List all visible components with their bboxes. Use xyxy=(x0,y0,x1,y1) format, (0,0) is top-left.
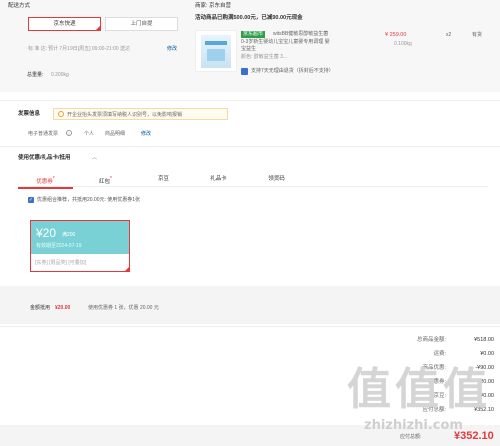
shipping-option-pickup[interactable]: 上门自提 xyxy=(105,17,178,31)
divider xyxy=(0,100,500,101)
shipping-section: 配送方式 京东快递 上门自提 标 准 达: 预计 7月19日[周五] 09:00… xyxy=(0,0,500,92)
invoice-modify-link[interactable]: 修改 xyxy=(141,131,151,137)
discount-title[interactable]: 使用优惠/礼品卡/抵用 xyxy=(18,155,71,162)
total-row-label: 总商品金额: xyxy=(416,337,446,343)
coupon-top: ¥20 满200 有效期至2024-07-19 xyxy=(31,221,129,254)
seller-name: 商家: 京东自营 xyxy=(195,3,232,9)
checkout-page: 配送方式 京东快递 上门自提 标 准 达: 预计 7月19日[周五] 09:00… xyxy=(0,0,500,446)
coupon-expiry: 有效期至2024-07-19 xyxy=(36,243,82,249)
invoice-notice-text: 开企业抬头发票须填写纳税人识别号，以免影响报销 xyxy=(67,112,183,118)
required-mark: * xyxy=(110,176,112,182)
coupon-card[interactable]: ¥20 满200 有效期至2024-07-19 [东券] [限品类] [可叠加] xyxy=(30,220,130,272)
bulb-icon xyxy=(58,111,64,117)
delivery-time-label: 标 准 达: xyxy=(28,46,48,52)
selected-corner-icon xyxy=(124,266,130,272)
seller-promo: 活动商品已购满500.00元，已减90.00元现金 xyxy=(195,15,303,21)
total-row-label: 运费: xyxy=(433,351,446,357)
selected-corner-icon xyxy=(95,25,101,31)
info-icon[interactable]: i xyxy=(66,130,72,136)
total-row: 运费: ¥0.00 xyxy=(354,349,494,359)
discount-tabs: 优惠券* 红包* 京豆 礼品卡 领货码 xyxy=(18,171,488,189)
product-price: ¥ 259.00 xyxy=(385,32,407,38)
shipping-title: 配送方式 xyxy=(8,3,31,9)
watermark-site: zhizhizhi.com xyxy=(364,418,463,433)
product-image[interactable] xyxy=(195,30,237,72)
total-row-value: ¥518.00 xyxy=(474,337,494,343)
delivery-time-modify-link[interactable]: 修改 xyxy=(167,46,177,52)
total-row: 总商品金额: ¥518.00 xyxy=(354,335,494,345)
shipping-option-label: 上门自提 xyxy=(130,21,153,27)
product-quantity: x2 xyxy=(446,32,452,38)
tab-jd-beans[interactable]: 京豆 xyxy=(136,174,191,184)
invoice-title-type: 个人 xyxy=(84,131,95,137)
tab-red-packet[interactable]: 红包* xyxy=(78,174,133,187)
tab-redeem-code[interactable]: 领货码 xyxy=(249,174,304,184)
discount-summary-label: 金额抵用 xyxy=(30,305,51,311)
watermark-logo: 值值值 xyxy=(347,364,491,415)
discount-summary-text: 使用优惠券 1 张，优惠 20.00 元 xyxy=(88,305,159,311)
weight-label: 总重量: xyxy=(27,72,44,78)
tab-coupon[interactable]: 优惠券* xyxy=(18,174,73,189)
weight-value: 0.200kg xyxy=(51,72,69,78)
invoice-notice: 开企业抬头发票须填写纳税人识别号，以免影响报销 xyxy=(53,108,228,120)
coupon-condition: 满200 xyxy=(62,232,76,238)
tab-label: 礼品卡 xyxy=(210,176,227,182)
coupon-amount: ¥20 xyxy=(36,226,57,240)
discount-summary-bar xyxy=(0,286,500,324)
return-policy-icon xyxy=(241,68,248,75)
invoice-content: 商品明细 xyxy=(105,131,126,137)
product-title-link[interactable]: witsBB健敏思醇敏益生菌 0-3岁新生婴幼儿宝宝儿童婴专用调理 婴宝益生 xyxy=(241,31,333,54)
combo-text: 优惠组合推荐，共抵用20.00元: 使用优惠券1张 xyxy=(37,197,141,203)
divider xyxy=(0,146,500,147)
tab-label: 优惠券 xyxy=(36,178,53,185)
product-color: 颜色: 醇敏益生菌 3... xyxy=(241,54,288,60)
tab-label: 红包 xyxy=(99,178,111,185)
delivery-time-value: 预计 7月19日[周五] 09:00-21:00 送达 xyxy=(48,46,130,52)
pay-label: 应付总额: xyxy=(400,434,422,440)
coupon-tags: [东券] [限品类] [可叠加] xyxy=(35,260,87,266)
divider xyxy=(0,326,500,327)
invoice-title: 发票信息 xyxy=(18,111,41,117)
tab-gift-card[interactable]: 礼品卡 xyxy=(191,174,246,184)
invoice-type: 电子普通发票 xyxy=(28,131,59,137)
product-weight: 0.100kg xyxy=(394,41,412,47)
chevron-up-icon[interactable]: ︿ xyxy=(92,155,97,161)
discount-summary-amount: ¥20.00 xyxy=(55,305,71,311)
shipping-option-label: 京东快递 xyxy=(53,21,76,27)
required-mark: * xyxy=(52,176,55,182)
total-row-value: ¥0.00 xyxy=(480,351,494,357)
product-stock: 有货 xyxy=(472,32,483,38)
tab-label: 领货码 xyxy=(268,176,285,182)
return-policy-text: 支持7天无理由退货（拆封后不支持） xyxy=(251,68,334,74)
tab-label: 京豆 xyxy=(157,176,169,182)
shipping-option-jd-express[interactable]: 京东快递 xyxy=(28,17,101,31)
combo-checkbox[interactable]: ✓ xyxy=(28,197,34,203)
